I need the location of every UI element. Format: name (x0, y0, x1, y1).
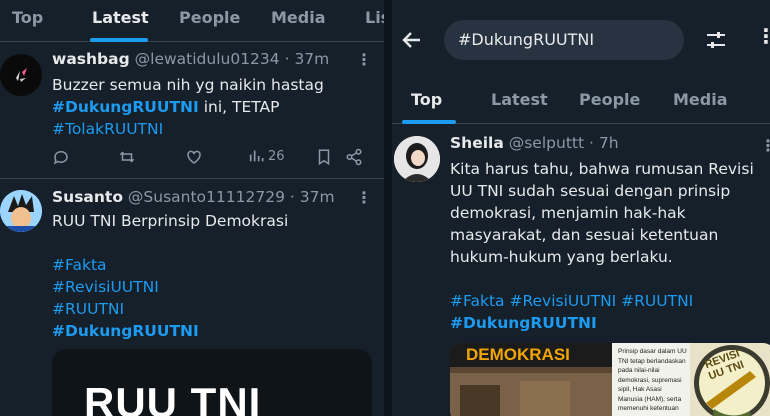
hashtag-link[interactable]: #RevisiUUTNI (52, 278, 159, 296)
more-options-icon[interactable]: ⋮ (356, 50, 372, 69)
infographic-banner: DEMOKRASI (466, 345, 570, 364)
avatar[interactable] (0, 190, 42, 232)
author-name[interactable]: Susanto (52, 188, 123, 206)
tweet-line-rest: ini, TETAP (198, 98, 280, 116)
search-results-top-pane: #DukungRUUTNI ⋮ Top Latest People Media … (392, 0, 770, 416)
tweet-text: Kita harus tahu, bahwa rumusan Revisi UU… (450, 158, 754, 334)
doc-line: Manusia (HAM), serta (618, 395, 682, 403)
pane-divider (384, 0, 392, 416)
anime-character-avatar-icon (0, 190, 42, 232)
author-handle[interactable]: @selputtt (509, 134, 584, 152)
views-chart-icon (249, 150, 264, 162)
tweet-text: RUU TNI Berprinsip Demokrasi #Fakta #Rev… (52, 210, 288, 342)
tweet-time[interactable]: · 37m (285, 50, 330, 68)
hashtag-link[interactable]: #DukungRUUTNI (52, 98, 199, 116)
search-input[interactable]: #DukungRUUTNI (444, 20, 684, 60)
reply-icon (53, 150, 68, 165)
tab-people[interactable]: People (179, 8, 240, 27)
doc-line: memenuhi ketentuan (618, 405, 679, 412)
doc-line: demokrasi, supremasi (618, 376, 682, 384)
results-tab-bar: Top Latest People Media (392, 80, 770, 124)
results-tab-bar: Top Latest People Media Lis (0, 0, 384, 42)
tweet-text: Buzzer semua nih yg naikin hastag #Dukun… (52, 74, 324, 140)
hashtag-link[interactable]: #DukungRUUTNI (450, 314, 597, 332)
doc-line: Prinsip dasar dalam UU (618, 348, 687, 355)
back-arrow-icon[interactable] (400, 28, 424, 52)
more-options-icon[interactable]: ⋮ (760, 136, 770, 155)
tab-media[interactable]: Media (673, 90, 728, 109)
tweet-time[interactable]: · 7h (589, 134, 619, 152)
media-headline: RUU TNI (84, 379, 262, 416)
search-results-latest-pane: Top Latest People Media Lis washbag @lew… (0, 0, 384, 416)
tweet-line: Buzzer semua nih yg naikin hastag (52, 76, 324, 94)
retweet-button[interactable] (118, 148, 136, 166)
tab-media[interactable]: Media (271, 8, 326, 27)
hashtag-link[interactable]: #Fakta (52, 256, 107, 274)
share-button[interactable] (345, 148, 363, 166)
tweet-line: RUU TNI Berprinsip Demokrasi (52, 212, 289, 230)
tab-top[interactable]: Top (411, 90, 442, 109)
flower-logo-icon (0, 54, 42, 96)
tab-latest[interactable]: Latest (92, 8, 149, 27)
author-name[interactable]: washbag (52, 50, 130, 68)
avatar[interactable] (0, 54, 42, 96)
tweet-media-image[interactable]: RUU TNI (52, 349, 372, 416)
hashtag-link[interactable]: #RUUTNI (52, 300, 124, 318)
search-header: #DukungRUUTNI ⋮ (392, 0, 770, 80)
tab-people[interactable]: People (579, 90, 640, 109)
author-name[interactable]: Sheila (450, 134, 504, 152)
profile-photo-icon (394, 136, 440, 182)
hashtag-links[interactable]: #Fakta #RevisiUUTNI #RUUTNI (450, 292, 693, 310)
tab-latest[interactable]: Latest (491, 90, 548, 109)
tweet-line: UU TNI sudah sesuai dengan prinsip (450, 182, 731, 200)
doc-line: sipil, Hak Asasi (618, 386, 662, 393)
retweet-icon (119, 151, 135, 163)
like-button[interactable] (185, 148, 203, 166)
share-icon (346, 148, 362, 166)
reply-button[interactable] (52, 148, 70, 166)
doc-line: pada nilai-nilai (618, 367, 660, 374)
filter-sliders-icon[interactable] (704, 28, 728, 52)
tweet-divider (0, 178, 384, 179)
tab-lists[interactable]: Lis (365, 8, 384, 27)
more-options-icon[interactable]: ⋮ (756, 24, 770, 48)
tab-top[interactable]: Top (12, 8, 43, 27)
author-handle[interactable]: @Susanto11112729 (128, 188, 285, 206)
tweet-line: masyarakat, dan sesuai ketentuan (450, 226, 719, 244)
bookmark-icon (318, 149, 330, 166)
tweet-time[interactable]: · 37m (290, 188, 335, 206)
tweet-line: Kita harus tahu, bahwa rumusan Revisi (450, 160, 754, 178)
author-handle[interactable]: @lewatidulu01234 (135, 50, 280, 68)
tweet-media-image[interactable]: DEMOKRASI Prinsip dasar dalam UU TNI tet… (450, 343, 770, 416)
active-tab-indicator (90, 38, 148, 42)
more-options-icon[interactable]: ⋮ (356, 188, 372, 207)
hashtag-link[interactable]: #TolakRUUTNI (52, 120, 163, 138)
bookmark-button[interactable] (315, 148, 333, 166)
tweet-line: demokrasi, menjamin hak-hak (450, 204, 686, 222)
hashtag-link[interactable]: #DukungRUUTNI (52, 322, 199, 340)
view-count: 26 (268, 148, 285, 164)
tweet-actions: 26 (52, 148, 372, 170)
heart-icon (187, 150, 201, 164)
active-tab-indicator (402, 120, 456, 124)
views-button[interactable]: 26 (248, 148, 285, 164)
infographic-text: Prinsip dasar dalam UU TNI tetap berland… (618, 347, 690, 414)
doc-line: TNI tetap berlandaskan (618, 357, 686, 365)
tweet-line: hukum-hukum yang berlaku. (450, 248, 673, 266)
avatar[interactable] (394, 136, 440, 182)
